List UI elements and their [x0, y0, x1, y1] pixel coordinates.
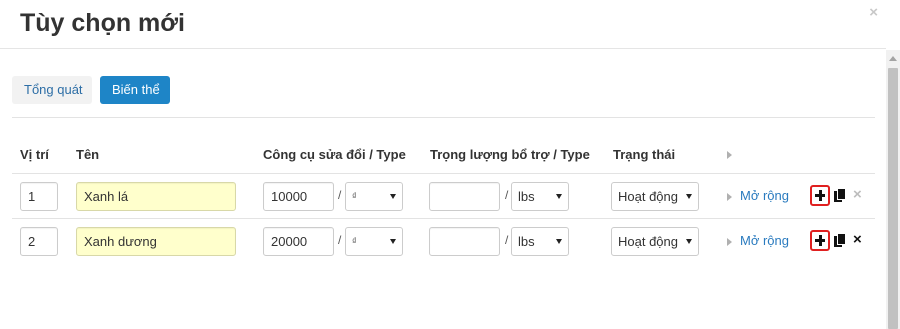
- header-status: Trạng thái: [613, 147, 676, 162]
- chevron-down-icon: [556, 194, 562, 199]
- header-name: Tên: [76, 147, 100, 162]
- weight-value-input[interactable]: [429, 182, 500, 211]
- modifier-value-input[interactable]: 20000: [263, 227, 334, 256]
- tab-general[interactable]: Tổng quát: [12, 76, 92, 104]
- separator: /: [505, 233, 509, 247]
- modifier-value-input[interactable]: 10000: [263, 182, 334, 211]
- name-input[interactable]: Xanh lá: [76, 182, 236, 211]
- scroll-up-icon[interactable]: [889, 56, 897, 61]
- weight-type-value: lbs: [518, 189, 535, 204]
- header-weight: Trọng lượng bổ trợ / Type: [430, 147, 590, 162]
- weight-type-select[interactable]: lbs: [511, 227, 569, 256]
- header-position: Vị trí: [20, 147, 49, 162]
- caret-right-icon[interactable]: [727, 238, 732, 246]
- chevron-down-icon: [390, 194, 396, 199]
- weight-type-select[interactable]: lbs: [511, 182, 569, 211]
- modifier-type-select[interactable]: ₫: [345, 227, 403, 256]
- caret-right-icon[interactable]: [727, 151, 732, 159]
- close-icon[interactable]: ×: [869, 4, 878, 21]
- chevron-down-icon: [390, 239, 396, 244]
- position-input[interactable]: 2: [20, 227, 58, 256]
- add-variant-button[interactable]: [810, 230, 830, 251]
- scrollbar[interactable]: [886, 50, 900, 329]
- chevron-down-icon: [686, 194, 692, 199]
- copy-icon[interactable]: [834, 189, 846, 202]
- status-value: Hoạt động: [618, 189, 678, 204]
- weight-value-input[interactable]: [429, 227, 500, 256]
- scroll-thumb[interactable]: [888, 68, 898, 329]
- modifier-type-select[interactable]: ₫: [345, 182, 403, 211]
- separator: /: [505, 188, 509, 202]
- expand-link[interactable]: Mở rộng: [740, 188, 789, 203]
- position-input[interactable]: 1: [20, 182, 58, 211]
- separator: /: [338, 188, 342, 202]
- add-variant-button[interactable]: [810, 185, 830, 206]
- modal-header: Tùy chọn mới ×: [0, 0, 886, 49]
- caret-right-icon[interactable]: [727, 193, 732, 201]
- close-icon: ×: [853, 186, 862, 203]
- status-value: Hoạt động: [618, 234, 678, 249]
- status-select[interactable]: Hoạt động: [611, 182, 699, 211]
- name-input[interactable]: Xanh dương: [76, 227, 236, 256]
- modifier-type-value: ₫: [352, 191, 357, 201]
- table-row: 2 Xanh dương 20000 / ₫ / lbs Hoạt động M…: [0, 219, 886, 263]
- chevron-down-icon: [686, 239, 692, 244]
- expand-link[interactable]: Mở rộng: [740, 233, 789, 248]
- modal-title: Tùy chọn mới: [20, 9, 186, 37]
- separator: /: [338, 233, 342, 247]
- header-modifier: Công cụ sửa đổi / Type: [263, 147, 406, 162]
- chevron-down-icon: [556, 239, 562, 244]
- tab-variants[interactable]: Biến thể: [100, 76, 170, 104]
- status-select[interactable]: Hoạt động: [611, 227, 699, 256]
- divider: [12, 117, 875, 118]
- copy-icon[interactable]: [834, 234, 846, 247]
- modifier-type-value: ₫: [352, 236, 357, 246]
- table-row: 1 Xanh lá 10000 / ₫ / lbs Hoạt động Mở r…: [0, 174, 886, 218]
- weight-type-value: lbs: [518, 234, 535, 249]
- close-icon[interactable]: ×: [853, 231, 862, 248]
